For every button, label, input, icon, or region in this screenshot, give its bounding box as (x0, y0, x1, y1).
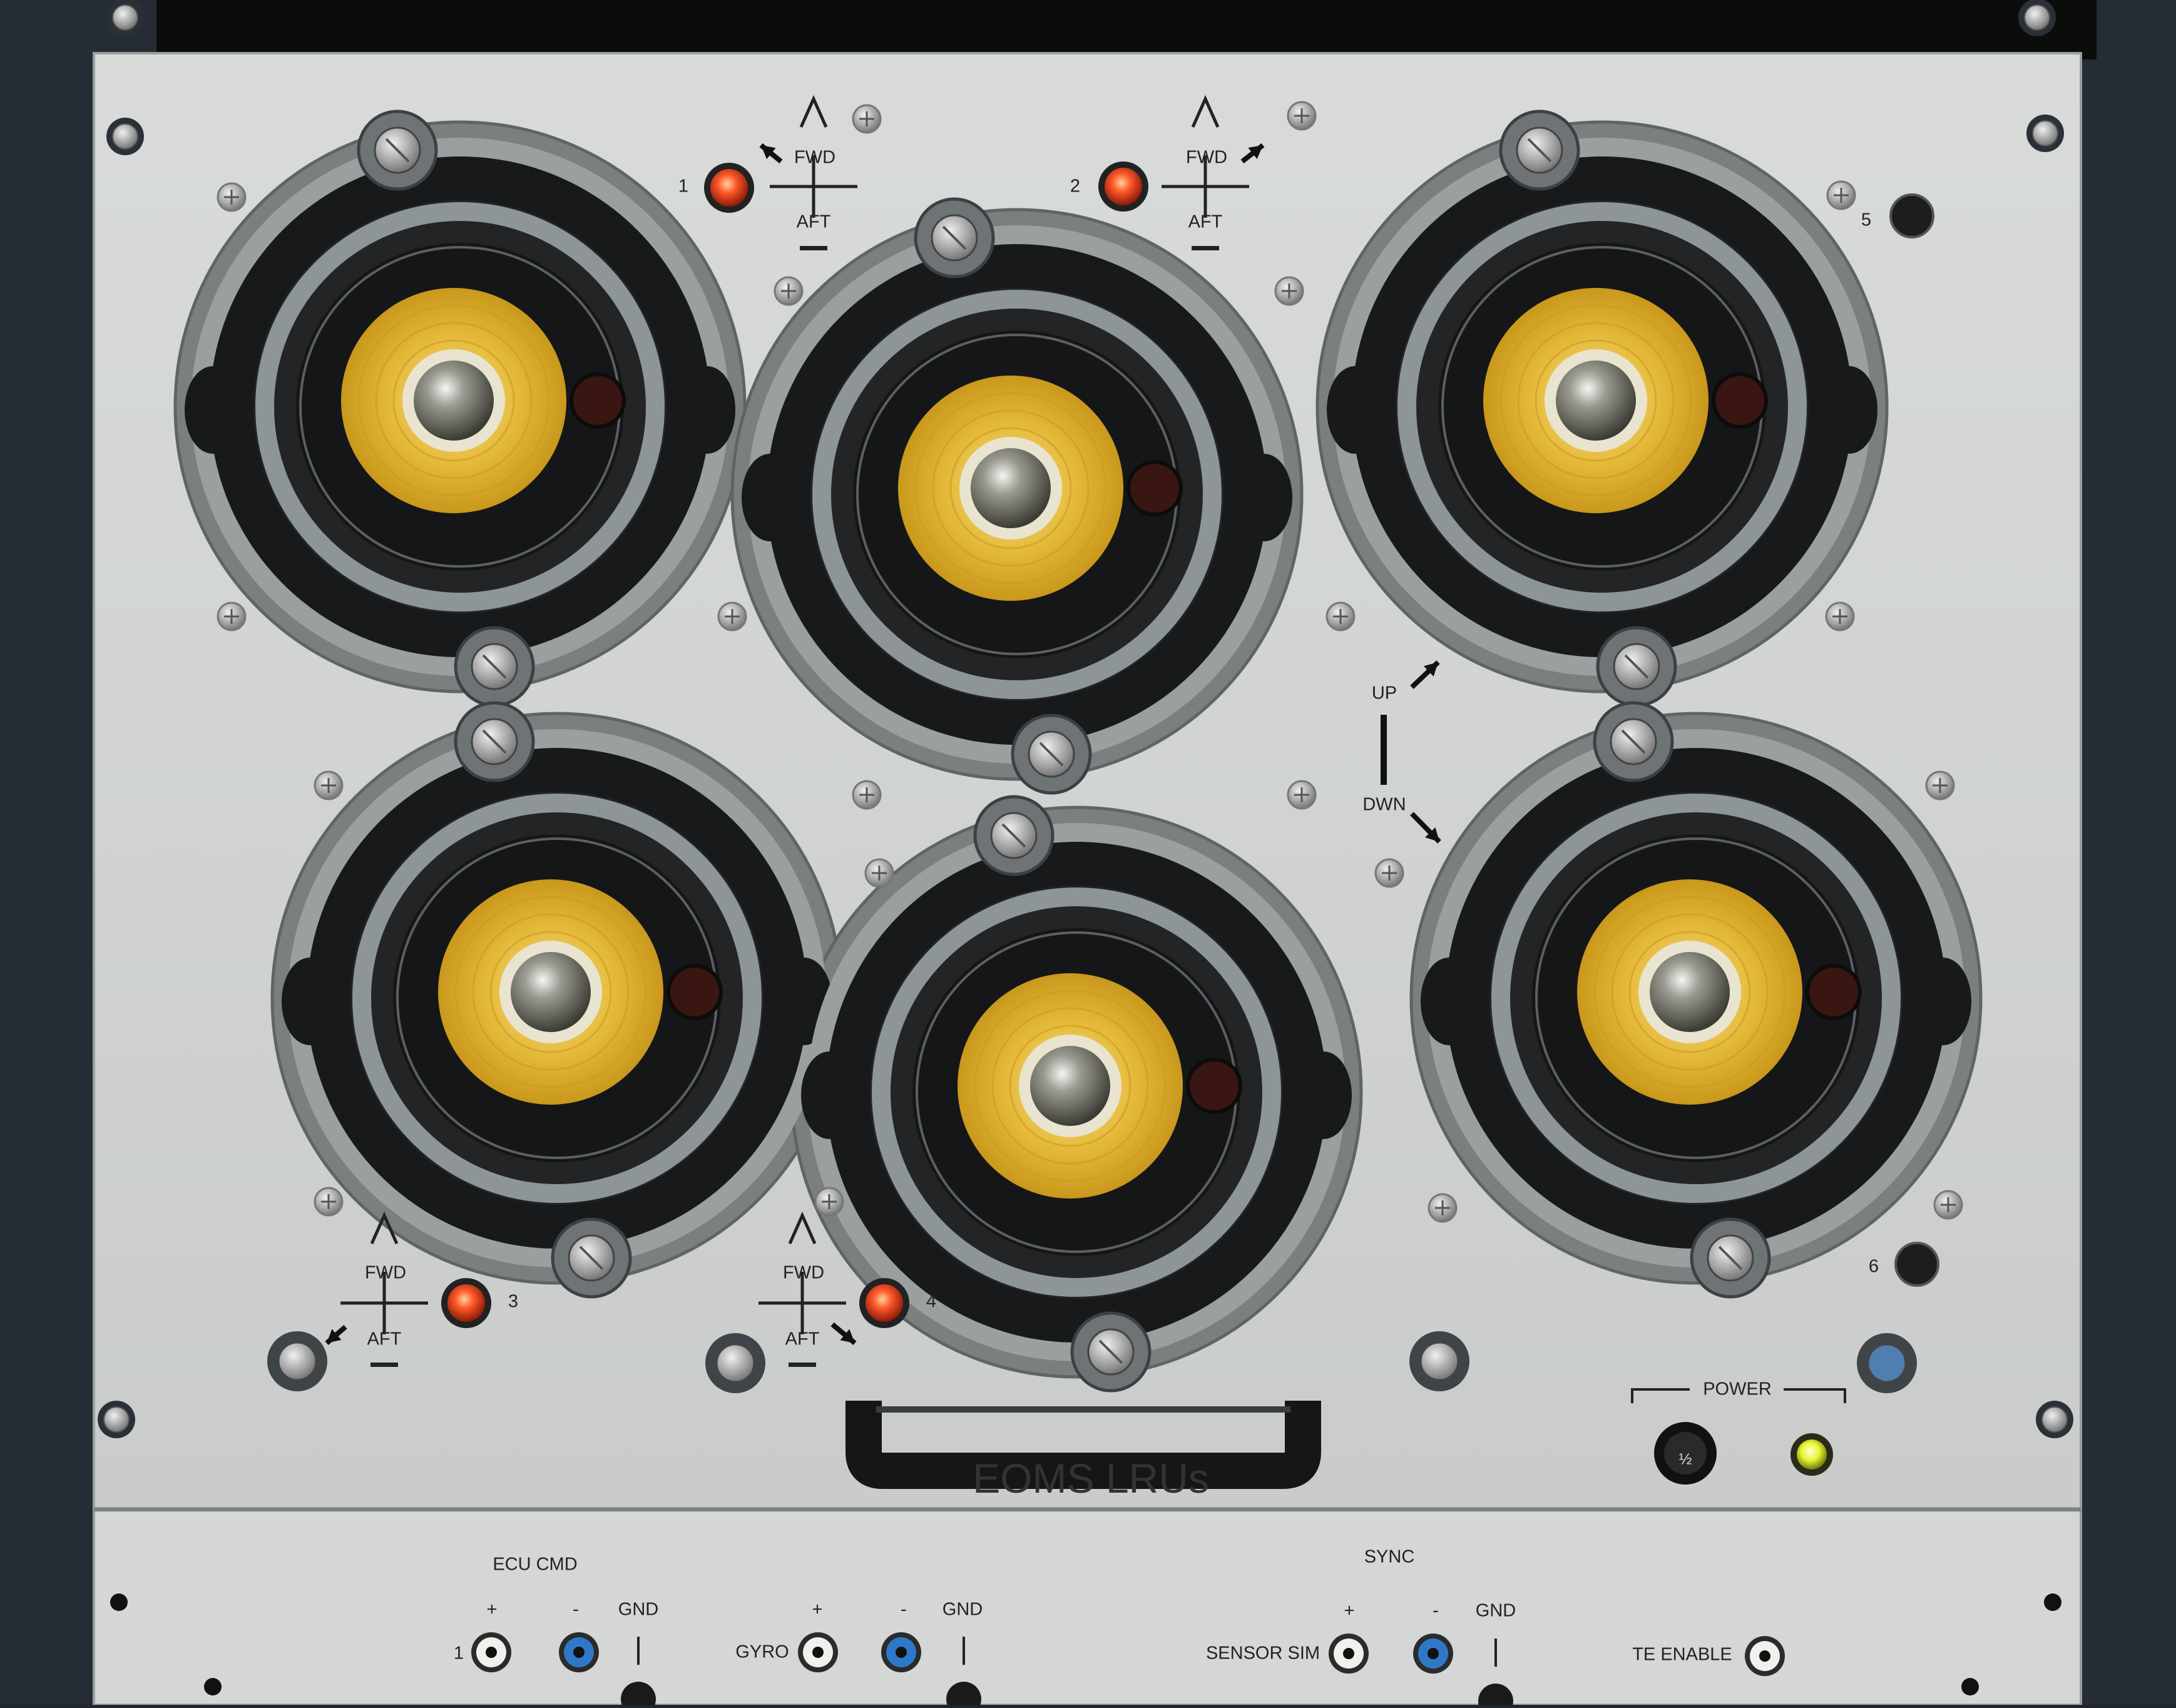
jack-hole (1759, 1650, 1770, 1662)
lru-housing-lug (1421, 958, 1477, 1045)
lru-red-window (570, 372, 626, 429)
base-marker-icon (800, 246, 827, 250)
lens-bulb (1650, 952, 1730, 1032)
base-marker-icon (1192, 246, 1219, 250)
power-led (1797, 1440, 1827, 1470)
sensor-sim-label: SENSOR SIM (1205, 1643, 1320, 1664)
panel-hole (110, 1593, 128, 1611)
ecu-cmd-label: ECU CMD (493, 1554, 578, 1575)
lamp-1-index: 1 (678, 176, 689, 197)
lru-housing-lug (185, 366, 241, 454)
lamp-1-aft-label: AFT (796, 212, 831, 232)
sync-gnd-label: GND (1475, 1600, 1516, 1621)
jack-hole (486, 1647, 497, 1658)
lamp-1-fwd-label: FWD (794, 147, 836, 168)
lru-housing-lug (1295, 1051, 1352, 1139)
rack-screw (103, 1406, 130, 1433)
gyro-label: GYRO (735, 1642, 789, 1662)
lru-housing-lug (1236, 454, 1292, 541)
lru-housing-lug (742, 454, 798, 541)
te-enable-label: TE ENABLE (1632, 1644, 1732, 1665)
sync-label: SYNC (1364, 1547, 1415, 1567)
lru-housing-lug (1821, 366, 1877, 454)
jack-hole (1343, 1648, 1354, 1659)
lamp-4-aft-label: AFT (785, 1329, 820, 1349)
panel-title: EOMS LRUs (973, 1455, 1209, 1501)
lru-housing-lug (679, 366, 735, 454)
lamp-3-index: 3 (508, 1291, 519, 1312)
rack-screw (2024, 4, 2050, 31)
jack-hole (812, 1647, 824, 1658)
jack-hole (896, 1647, 907, 1658)
captive-screw (277, 1341, 317, 1381)
socket-5-index: 5 (1861, 210, 1872, 230)
power-switch-label: ½ (1678, 1450, 1692, 1468)
ecu-plus-label: + (486, 1599, 498, 1620)
jack-hole (573, 1647, 585, 1658)
status-lamp (447, 1284, 485, 1322)
gyro-minus-label: - (901, 1599, 907, 1620)
lru-red-window (1186, 1058, 1242, 1114)
mount-socket (1889, 193, 1934, 238)
up-label: UP (1371, 683, 1397, 703)
panel-hole (2044, 1593, 2061, 1611)
panel-artwork (0, 0, 2176, 1708)
mount-socket (1894, 1242, 1939, 1287)
sync-minus-label: - (1433, 1600, 1439, 1621)
power-label: POWER (1703, 1379, 1772, 1399)
lamp-2-index: 2 (1070, 176, 1081, 197)
captive-screw (1867, 1343, 1907, 1383)
rack-screw (112, 123, 138, 150)
lru-housing-lug (1327, 366, 1383, 454)
lens-bulb (971, 448, 1051, 528)
top-dark-slot (156, 0, 2097, 59)
socket-6-index: 6 (1868, 1256, 1879, 1277)
ecu-minus-label: - (573, 1599, 579, 1620)
lamp-3-fwd-label: FWD (364, 1262, 407, 1283)
panel-hole (1961, 1678, 1979, 1695)
gyro-gnd-label: GND (942, 1599, 983, 1620)
base-marker-icon (789, 1363, 816, 1367)
lru-housing-lug (1915, 958, 1971, 1045)
status-lamp (710, 169, 748, 207)
lamp-4-fwd-label: FWD (782, 1262, 825, 1283)
jack-hole (1428, 1648, 1439, 1659)
lru-red-window (667, 964, 723, 1020)
up-down-bar (1381, 715, 1387, 785)
rack-screw (112, 4, 138, 31)
ecu-gnd-label: GND (618, 1599, 659, 1620)
lru-red-window (1126, 460, 1183, 516)
lens-bulb (1556, 361, 1636, 441)
lens-bulb (511, 952, 591, 1032)
status-lamp (866, 1284, 903, 1322)
captive-screw (715, 1343, 755, 1383)
ecu-row-index: 1 (453, 1643, 464, 1664)
lru-housing-lug (801, 1051, 857, 1139)
rack-screw (2041, 1406, 2068, 1433)
panel-hole (204, 1678, 222, 1695)
down-label: DWN (1362, 794, 1406, 815)
lru-red-window (1806, 964, 1862, 1020)
lamp-3-aft-label: AFT (367, 1329, 402, 1349)
lru-red-window (1712, 372, 1768, 429)
rack-screw (2032, 120, 2058, 146)
sync-plus-label: + (1344, 1600, 1355, 1621)
captive-screw (1419, 1341, 1459, 1381)
lamp-4-index: 4 (926, 1291, 937, 1312)
status-lamp (1105, 168, 1142, 205)
lens-bulb (1030, 1046, 1110, 1126)
lens-bulb (414, 361, 494, 441)
equipment-rack-photo: EOMS LRUs POWER ½ 1 FWD AFT 2 FWD AFT 3 … (0, 0, 2176, 1708)
lamp-2-aft-label: AFT (1188, 212, 1223, 232)
gyro-plus-label: + (812, 1599, 823, 1620)
connector-panel (93, 1507, 2082, 1706)
base-marker-icon (370, 1363, 398, 1367)
lamp-2-fwd-label: FWD (1185, 147, 1228, 168)
lru-housing-lug (282, 958, 338, 1045)
